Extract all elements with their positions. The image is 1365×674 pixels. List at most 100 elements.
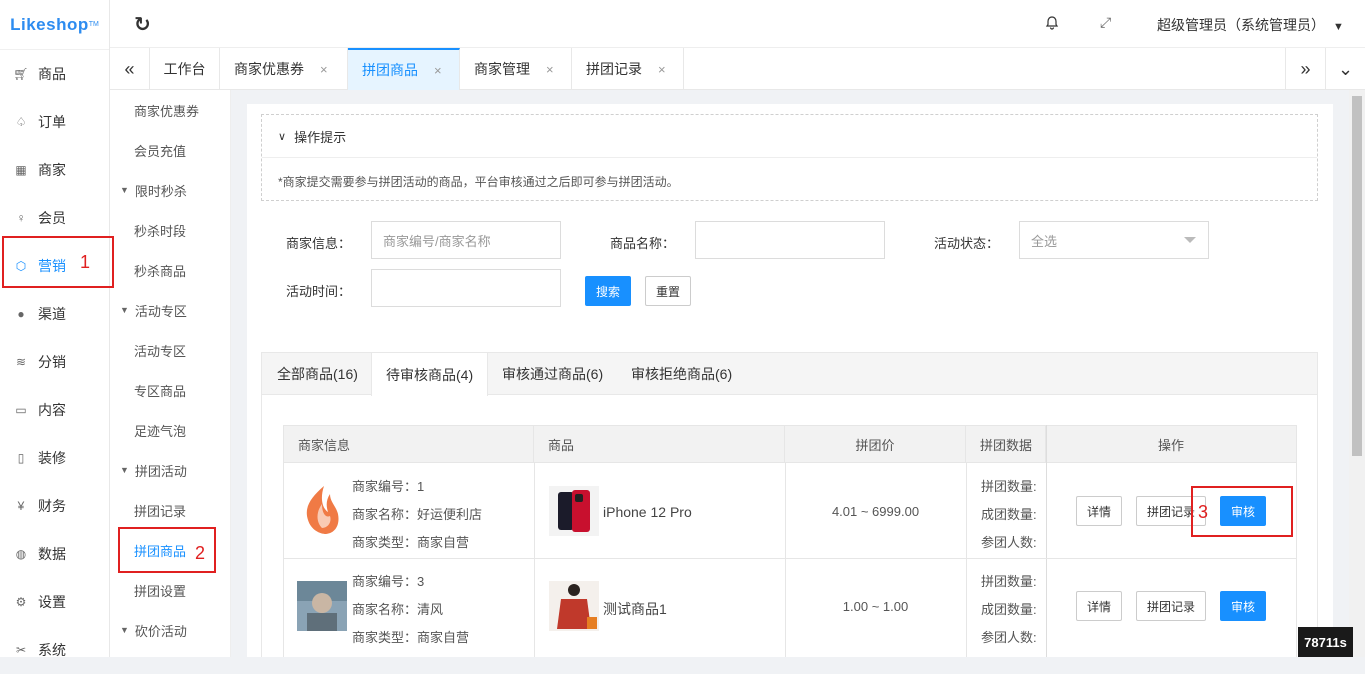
merchant-type: 商家类型：商家自营 [352,535,470,550]
nav-item-4[interactable]: ⬡ 营销 [0,242,109,290]
submenu-item[interactable]: 活动专区 [110,330,230,370]
nav-item-7[interactable]: ▭ 内容 [0,386,109,434]
merchant-name: 商家名称：好运便利店 [352,507,483,522]
user-name: 超级管理员（系统管理员） [1157,17,1325,33]
tab-group-records[interactable]: 拼团记录 × [572,48,684,90]
goods-name-input[interactable] [695,221,885,259]
submenu-group[interactable]: ▼ 拼团活动 [110,450,230,490]
submenu-item[interactable]: 拼团记录 [110,490,230,530]
nav-item-2[interactable]: ▦ 商家 [0,146,109,194]
detail-button[interactable]: 详情 [1076,496,1122,526]
submenu-item[interactable]: 商家优惠券 [110,90,230,130]
user-menu[interactable]: 超级管理员（系统管理员） ▼ [1157,15,1344,35]
tips-title: 操作提示 [294,129,347,145]
notification-bell-icon[interactable] [1044,15,1060,31]
cart-icon: 🛒︎ [13,67,29,81]
group-record-button[interactable]: 拼团记录 [1136,496,1206,526]
submenu-item[interactable]: 专区商品 [110,370,230,410]
merchant-input-placeholder: 商家编号/商家名称 [383,233,491,249]
logo-text: Likeshop [10,14,89,34]
audit-button[interactable]: 审核 [1220,591,1266,621]
group-count: 拼团数量: [981,479,1037,494]
tab-merchant-manage[interactable]: 商家管理 × [460,48,572,90]
nav-item-6[interactable]: ≋ 分销 [0,338,109,386]
nav-item-label: 商品 [38,66,66,82]
goods-name: 测试商品1 [603,601,667,617]
close-icon[interactable]: × [546,62,554,77]
submenu-item[interactable]: 拼团设置 [110,570,230,610]
status-tab-approved[interactable]: 审核通过商品(6) [502,353,603,395]
detail-button[interactable]: 详情 [1076,591,1122,621]
nav-item-label: 分销 [38,354,66,370]
close-icon[interactable]: × [658,62,666,77]
submenu-label: 专区商品 [134,383,187,399]
search-button[interactable]: 搜索 [585,276,631,306]
participant-count: 参团人数: [981,535,1037,550]
nav-item-1[interactable]: ♤ 订单 [0,98,109,146]
submenu-item[interactable]: 秒杀时段 [110,210,230,250]
submenu-label: 活动专区 [134,343,187,359]
refresh-icon[interactable]: ↻ [134,12,151,37]
tips-header[interactable]: ∨ 操作提示 [262,115,1317,158]
page-scrollbar[interactable] [1349,90,1365,657]
nav-item-label: 渠道 [38,306,66,322]
tab-workbench[interactable]: 工作台 [150,48,220,90]
nav-item-label: 内容 [38,402,66,418]
tab-merchant-coupon[interactable]: 商家优惠券 × [220,48,348,90]
nav-item-label: 营销 [38,258,66,274]
audit-button[interactable]: 审核 [1220,496,1266,526]
nav-item-label: 系统 [38,642,66,658]
nav-item-5[interactable]: ● 渠道 [0,290,109,338]
submenu-item[interactable]: 足迹气泡 [110,410,230,450]
caret-down-icon: ▼ [1333,21,1344,33]
nav-item-8[interactable]: ▯ 装修 [0,434,109,482]
reset-button[interactable]: 重置 [645,276,691,306]
annotation-number-2: 2 [195,543,206,563]
group-count: 拼团数量: [981,574,1037,589]
annotation-number-3: 3 [1198,502,1209,522]
nav-item-label: 数据 [38,546,66,562]
group-record-button[interactable]: 拼团记录 [1136,591,1206,621]
submenu-group[interactable]: ▼ 砍价活动 [110,610,230,650]
submenu-label: 秒杀商品 [134,263,187,279]
col-header-goods: 商品 [534,425,785,463]
nav-item-0[interactable]: 🛒︎ 商品 [0,50,109,98]
tabs-scroll-left-icon[interactable]: « [110,48,150,90]
submenu-group[interactable]: ▼ 限时秒杀 [110,170,230,210]
col-header-group-data: 拼团数据 [966,425,1046,463]
tabs-dropdown-icon[interactable]: ⌄ [1325,48,1365,90]
activity-status-label: 活动状态： [934,236,1000,251]
scrollbar-thumb[interactable] [1352,96,1362,456]
fullscreen-icon[interactable]: ⤢ [1100,14,1111,31]
bell-icon: ♤ [15,115,27,129]
close-icon[interactable]: × [320,62,328,77]
merchant-info-input[interactable]: 商家编号/商家名称 [371,221,561,259]
yen-icon: ¥ [17,499,25,513]
submenu-label: 拼团活动 [134,463,187,479]
status-tab-rejected[interactable]: 审核拒绝商品(6) [631,353,732,395]
success-count: 成团数量: [981,602,1037,617]
status-tab-pending[interactable]: 待审核商品(4) [371,353,489,396]
status-tab-all[interactable]: 全部商品(16) [277,353,358,395]
nav-item-11[interactable]: ⚙ 设置 [0,578,109,626]
tabs-scroll-right-icon[interactable]: » [1285,48,1325,90]
nav-item-10[interactable]: ◍ 数据 [0,530,109,578]
tab-label: 工作台 [163,61,206,77]
triangle-down-icon: ▼ [120,185,129,195]
status-tabs-header: 全部商品(16) 待审核商品(4) 审核通过商品(6) 审核拒绝商品(6) [262,353,1317,396]
nav-item-label: 订单 [38,114,66,130]
nav-item-12[interactable]: ✂ 系统 [0,626,109,674]
nav-item-9[interactable]: ¥ 财务 [0,482,109,530]
submenu-item[interactable]: 秒杀商品 [110,250,230,290]
activity-time-input[interactable] [371,269,561,307]
submenu-label: 拼团商品 [134,543,187,559]
nav-item-3[interactable]: ♀ 会员 [0,194,109,242]
tab-group-goods[interactable]: 拼团商品 × [348,48,460,90]
merchant-logo-flame [306,486,339,534]
submenu-item[interactable]: 会员充值 [110,130,230,170]
submenu-item[interactable]: 拼团商品 [110,530,230,570]
submenu-group[interactable]: ▼ 活动专区 [110,290,230,330]
activity-status-select[interactable]: 全选 [1019,221,1209,259]
close-icon[interactable]: × [434,63,442,78]
goods-thumbnail-iphone [549,486,599,536]
